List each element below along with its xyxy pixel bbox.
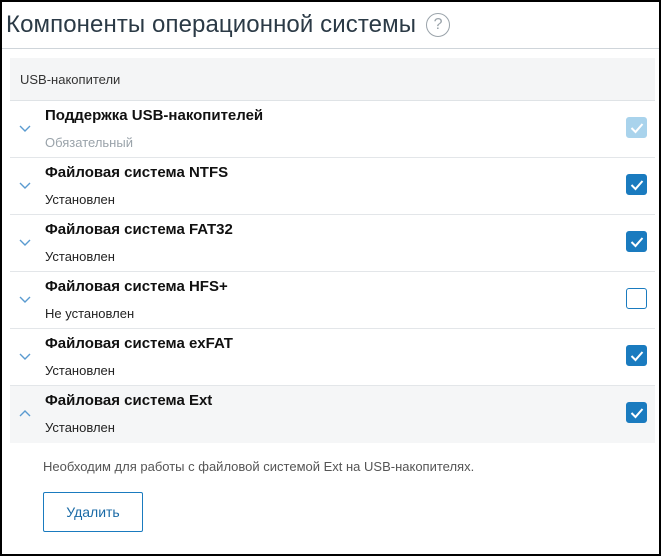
components-panel: USB-накопители Поддержка USB-накопителей… bbox=[10, 58, 655, 548]
window-frame: Компоненты операционной системы ? USB-на… bbox=[0, 0, 661, 556]
component-row[interactable]: Файловая система NTFS Установлен bbox=[10, 158, 655, 215]
component-status: Установлен bbox=[45, 192, 115, 207]
component-checkbox[interactable] bbox=[626, 288, 647, 309]
component-checkbox[interactable] bbox=[626, 117, 647, 138]
chevron-down-icon[interactable] bbox=[18, 349, 32, 363]
help-icon[interactable]: ? bbox=[426, 13, 451, 37]
component-status: Установлен bbox=[45, 363, 115, 378]
component-name: Файловая система Ext bbox=[45, 392, 213, 409]
section-header-usb: USB-накопители bbox=[10, 58, 655, 101]
component-checkbox[interactable] bbox=[626, 345, 647, 366]
chevron-down-icon[interactable] bbox=[18, 292, 32, 306]
component-row[interactable]: Поддержка USB-накопителей Обязательный bbox=[10, 101, 655, 158]
component-name: Файловая система NTFS bbox=[45, 164, 229, 181]
component-name: Файловая система FAT32 bbox=[45, 221, 233, 238]
delete-button[interactable]: Удалить bbox=[43, 492, 143, 532]
component-checkbox[interactable] bbox=[626, 174, 647, 195]
page-header: Компоненты операционной системы ? bbox=[2, 2, 659, 49]
component-row[interactable]: Файловая система exFAT Установлен bbox=[10, 329, 655, 386]
component-description: Необходим для работы с файловой системой… bbox=[43, 459, 475, 474]
component-row[interactable]: Файловая система HFS+ Не установлен bbox=[10, 272, 655, 329]
component-status: Установлен bbox=[45, 420, 115, 435]
component-status: Установлен bbox=[45, 249, 115, 264]
page-title: Компоненты операционной системы bbox=[6, 11, 417, 38]
component-status: Не установлен bbox=[45, 306, 135, 321]
component-row[interactable]: Файловая система FAT32 Установлен bbox=[10, 215, 655, 272]
chevron-up-icon[interactable] bbox=[18, 406, 32, 420]
chevron-down-icon[interactable] bbox=[18, 121, 32, 135]
chevron-down-icon[interactable] bbox=[18, 235, 32, 249]
component-name: Поддержка USB-накопителей bbox=[45, 107, 264, 124]
chevron-down-icon[interactable] bbox=[18, 178, 32, 192]
component-row-expanded[interactable]: Файловая система Ext Установлен Необходи… bbox=[10, 386, 655, 547]
component-name: Файловая система HFS+ bbox=[45, 278, 228, 295]
component-name: Файловая система exFAT bbox=[45, 335, 233, 352]
component-status: Обязательный bbox=[45, 135, 133, 150]
component-checkbox[interactable] bbox=[626, 231, 647, 252]
component-checkbox[interactable] bbox=[626, 402, 647, 423]
